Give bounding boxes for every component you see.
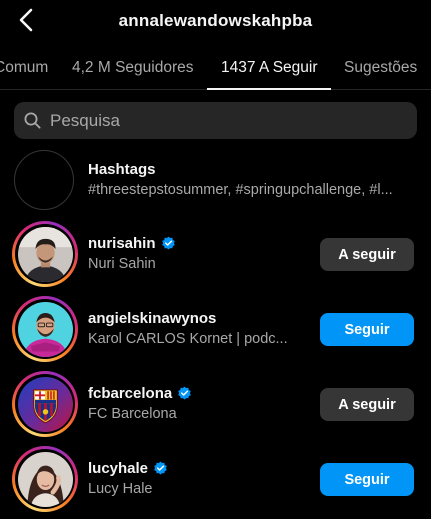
tab-suggestions[interactable]: Sugestões [344, 59, 417, 77]
list-item: lucyhale Lucy Hale Seguir [12, 446, 419, 512]
username[interactable]: angielskinawynos [88, 310, 216, 327]
list-item: nurisahin Nuri Sahin A seguir [12, 221, 419, 287]
avatar [17, 226, 73, 282]
hashtag-avatar [14, 150, 74, 210]
follow-button[interactable]: Seguir [320, 313, 414, 346]
avatar [17, 301, 73, 357]
verified-badge-icon [161, 236, 176, 251]
following-button[interactable]: A seguir [320, 388, 414, 421]
display-name: Nuri Sahin [88, 256, 156, 272]
tab-followers[interactable]: 4,2 M Seguidores [72, 59, 194, 77]
username[interactable]: fcbarcelona [88, 385, 172, 402]
list-item: fcbarcelona FC Barcelona A seguir [12, 371, 419, 437]
hashtags-row[interactable]: Hashtags #threestepstosummer, #springupc… [14, 150, 417, 212]
search-input[interactable]: Pesquisa [14, 102, 417, 139]
story-ring[interactable] [12, 221, 78, 287]
tab-common[interactable]: Comum [0, 59, 48, 77]
display-name: Karol CARLOS Kornet | podc... [88, 331, 288, 347]
hashtag-icon [30, 164, 58, 196]
search-icon [24, 112, 42, 130]
hashtags-subtitle: #threestepstosummer, #springupchallenge,… [88, 182, 393, 198]
avatar [17, 376, 73, 432]
search-placeholder: Pesquisa [50, 110, 120, 130]
top-bar: annalewandowskahpba [0, 0, 431, 44]
story-ring[interactable] [12, 446, 78, 512]
page-title: annalewandowskahpba [118, 11, 313, 30]
story-ring[interactable] [12, 296, 78, 362]
verified-badge-icon [153, 461, 168, 476]
verified-badge-icon [177, 386, 192, 401]
avatar [17, 451, 73, 507]
username[interactable]: nurisahin [88, 235, 156, 252]
story-ring[interactable] [12, 371, 78, 437]
follow-button[interactable]: Seguir [320, 463, 414, 496]
list-item: angielskinawynos Karol CARLOS Kornet | p… [12, 296, 419, 362]
display-name: Lucy Hale [88, 481, 153, 497]
following-button[interactable]: A seguir [320, 238, 414, 271]
tab-bar: Comum 4,2 M Seguidores 1437 A Seguir Sug… [0, 56, 431, 90]
username[interactable]: lucyhale [88, 460, 148, 477]
active-tab-indicator [207, 88, 331, 90]
display-name: FC Barcelona [88, 406, 177, 422]
hashtags-title: Hashtags [88, 161, 156, 178]
tab-following[interactable]: 1437 A Seguir [221, 59, 318, 77]
